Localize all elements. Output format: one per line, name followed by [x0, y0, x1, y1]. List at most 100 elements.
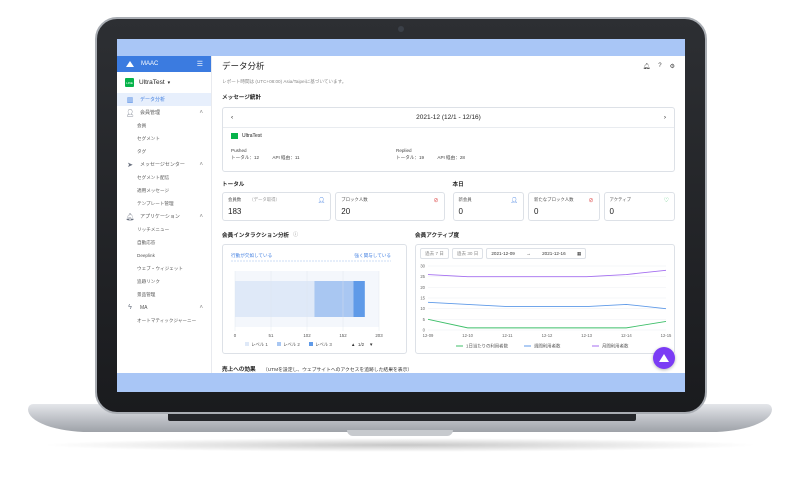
- bar-segment: [235, 281, 315, 317]
- date-range-picker[interactable]: 2021-12-09 → 2021-12-16 ▦: [486, 248, 587, 259]
- user-icon: 👤︎: [317, 198, 326, 204]
- brand-name: MAAC: [141, 61, 159, 67]
- interaction-column: 会員インタラクション分析 ⓘ 行動が欠如している 強く関与している 0 51 102 15…: [222, 227, 407, 354]
- arrow-icon: →: [526, 251, 531, 256]
- sidebar-item-label: MA: [140, 304, 148, 311]
- total-title: トータル: [222, 182, 245, 188]
- sidebar-subitem[interactable]: リッチメニュー: [117, 223, 211, 236]
- sidebar-subitem[interactable]: テンプレート管理: [117, 197, 211, 210]
- chevron-up-icon: ˄: [199, 109, 203, 116]
- x-tick-label: 12-14: [621, 333, 632, 338]
- sidebar-subitem[interactable]: 景品管理: [117, 288, 211, 301]
- summary-row: トータル 会員数 （データ取得） 183 👤︎ ブロック人数 20 ⊘ 本日 新…: [222, 178, 675, 221]
- user-icon: 👤︎: [125, 109, 135, 117]
- interaction-chart: 行動が欠如している 強く関与している 0 51 102 152 203 レベル 1 レベル 2 レ…: [231, 252, 391, 347]
- new-members-value: 0: [458, 207, 463, 216]
- help-icon[interactable]: ?: [658, 63, 661, 70]
- x-tick-label: 203: [375, 333, 383, 338]
- total-column: トータル 会員数 （データ取得） 183 👤︎ ブロック人数 20 ⊘: [222, 178, 445, 221]
- chat-fab-button[interactable]: [653, 347, 675, 369]
- page-title: データ分析: [222, 61, 265, 71]
- sidebar-subitem[interactable]: 適用メッセージ: [117, 184, 211, 197]
- stage: MAAC ☰ LINE UltraTest ▾ ▥ データ分析 👤︎ 会員管理 ˄ 会員セ…: [0, 0, 800, 484]
- interaction-left-label: 行動が欠如している: [231, 252, 272, 259]
- interaction-chart-card: 行動が欠如している 強く関与している 0 51 102 152 203 レベル 1 レベル 2 レ…: [222, 244, 407, 354]
- new-blocked-label: 新たなブロック人数: [534, 197, 574, 202]
- camera-icon: [398, 26, 404, 32]
- y-tick-label: 5: [423, 317, 426, 322]
- new-members-card: 新会員 0 👤︎: [452, 192, 524, 221]
- members-value: 183: [228, 207, 242, 216]
- sidebar-subitem[interactable]: オートマティックジャーニー: [117, 314, 211, 327]
- legend-label: 1日当たりの利用者数: [466, 343, 509, 350]
- sidebar-subitem[interactable]: 自動応答: [117, 236, 211, 249]
- y-tick-label: 25: [420, 274, 425, 279]
- replied-label: Replied: [396, 148, 412, 153]
- range-7-button[interactable]: 過去 7 日: [420, 248, 449, 259]
- info-icon[interactable]: ⓘ: [293, 231, 298, 238]
- sidebar-item-label: 会員管理: [140, 110, 161, 116]
- sidebar-item[interactable]: 👤︎ 会員管理 ˄: [117, 106, 211, 119]
- channel-name: UltraTest: [231, 133, 666, 139]
- heart-icon: ♡: [663, 198, 669, 204]
- members-card: 会員数 （データ取得） 183 👤︎: [222, 192, 332, 221]
- maac-logo-icon: [126, 61, 134, 67]
- series-line: [427, 301, 667, 310]
- sidebar-subitem[interactable]: 会員: [117, 119, 211, 132]
- sidebar-item[interactable]: ▥ データ分析: [117, 93, 211, 106]
- x-tick-label: 12-10: [462, 333, 473, 338]
- message-stats-card: ‹ 2021-12 (12/1 - 12/16) › UltraTest Pus…: [222, 107, 675, 172]
- calendar-icon: ▦: [576, 250, 582, 256]
- sidebar-header: MAAC ☰: [117, 56, 211, 72]
- legend-label: レベル 3: [315, 342, 332, 347]
- legend-label: 月間利用者数: [602, 343, 629, 350]
- active-value: 0: [609, 207, 614, 216]
- sidebar-item[interactable]: 🔔︎ アプリケーション ˄: [117, 210, 211, 223]
- total-cards: 会員数 （データ取得） 183 👤︎ ブロック人数 20 ⊘: [222, 192, 445, 221]
- y-tick-label: 20: [420, 285, 425, 290]
- activity-chart-card: 過去 7 日 過去 30 日 2021-12-09 → 2021-12-16 ▦…: [415, 244, 675, 354]
- account-switcher[interactable]: LINE UltraTest ▾: [117, 72, 211, 93]
- channel-label: UltraTest: [242, 133, 262, 139]
- legend-swatch: [309, 342, 313, 346]
- chevron-up-icon: ˄: [199, 213, 203, 220]
- sidebar-item[interactable]: ϟ MA ˄: [117, 301, 211, 314]
- x-tick-label: 12-11: [502, 333, 513, 338]
- sidebar-subitem[interactable]: ウェブ・ウィジェット: [117, 262, 211, 275]
- pager-label: 1/2: [358, 342, 365, 347]
- report-time-note: レポート時間は (UTC+08:00) Asia/Taipeiに基づいています。: [222, 79, 347, 84]
- sidebar-subitem[interactable]: タグ: [117, 145, 211, 158]
- block-icon: ⊘: [588, 198, 594, 204]
- date-to: 2021-12-16: [542, 251, 566, 256]
- range-30-button[interactable]: 過去 30 日: [451, 248, 484, 259]
- today-column: 本日 新会員 0 👤︎ 新たなブロック人数 0 ⊘ アクティブ 0 ♡: [452, 178, 675, 221]
- chevron-right-icon[interactable]: ›: [664, 114, 666, 121]
- line-icon: [231, 133, 238, 139]
- header-icons: 🔔︎ ? ⚙︎: [643, 63, 675, 70]
- sidebar-subitem[interactable]: セグメント配信: [117, 171, 211, 184]
- hamburger-icon[interactable]: ☰: [197, 60, 203, 68]
- sidebar-subitem[interactable]: Deeplink: [117, 249, 211, 262]
- sidebar-subitem[interactable]: セグメント: [117, 132, 211, 145]
- x-tick-label: 102: [303, 333, 311, 338]
- series-line: [427, 269, 667, 278]
- sidebar-subitem[interactable]: 追跡リンク: [117, 275, 211, 288]
- today-title: 本日: [452, 182, 464, 188]
- x-tick-label: 12-12: [542, 333, 553, 338]
- screen: MAAC ☰ LINE UltraTest ▾ ▥ データ分析 👤︎ 会員管理 ˄ 会員セ…: [117, 39, 685, 392]
- pushed-label: Pushed: [231, 148, 247, 153]
- sidebar-item[interactable]: ➤ メッセージセンター ˄: [117, 158, 211, 171]
- x-tick-label: 51: [269, 333, 274, 338]
- bell-icon[interactable]: 🔔︎: [643, 63, 651, 70]
- block-icon: ⊘: [433, 198, 439, 204]
- interaction-header: 会員インタラクション分析 ⓘ: [222, 229, 407, 240]
- main-header: データ分析 🔔︎ ? ⚙︎: [222, 56, 675, 76]
- activity-header: 会員アクティブ度: [415, 229, 675, 240]
- chart-icon: ▥: [126, 96, 134, 104]
- message-stats-body: UltraTest Pushed トータル：12 API 経由：11 Repli…: [223, 128, 674, 160]
- sales-row: 売上への効果 （UTMを設定し、ウェブサイトへのアクセスを追跡した結果を表示）: [222, 365, 412, 373]
- activity-chart: 0 5 10 15 20 25 30 12-09 12-10 12-11 12-12 12-13 12-…: [420, 264, 672, 350]
- profile-icon[interactable]: ⚙︎: [670, 63, 675, 70]
- sidebar-item-label: メッセージセンター: [140, 162, 185, 168]
- bar-segment: [353, 281, 365, 317]
